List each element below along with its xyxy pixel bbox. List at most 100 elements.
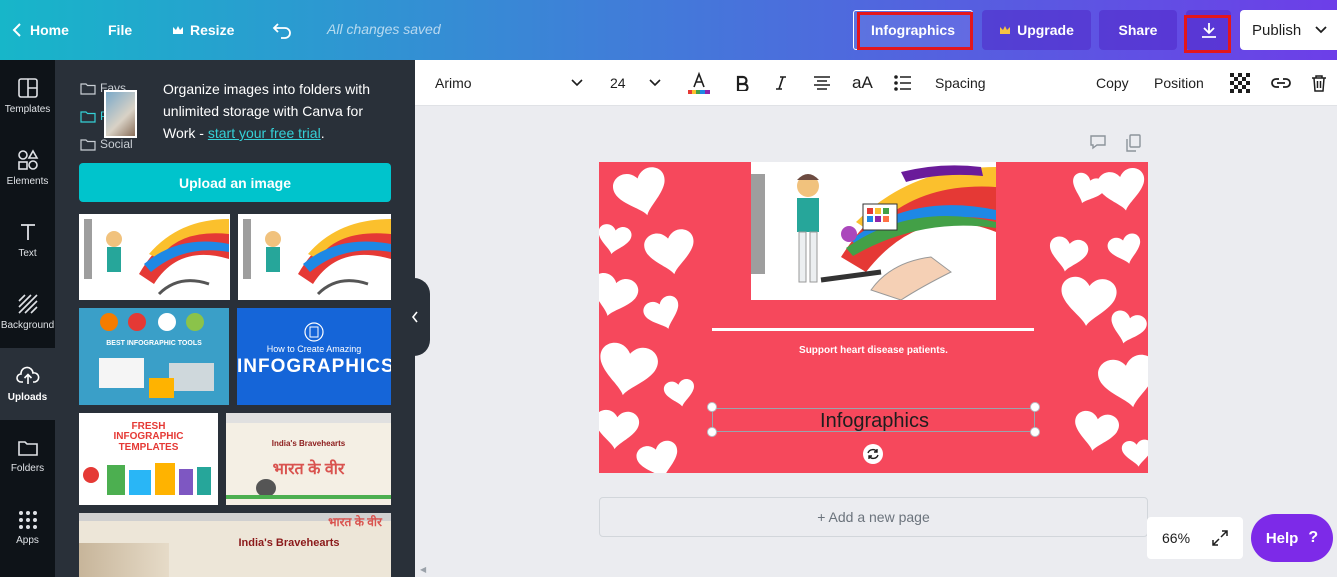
resize-handle[interactable] — [707, 427, 717, 437]
rail-label: Uploads — [7, 392, 48, 403]
uploads-panel: Favs Pur Social Organize images into fol… — [55, 60, 415, 577]
zoom-control[interactable]: 66% — [1147, 517, 1243, 559]
comment-icon — [1090, 135, 1106, 150]
collapse-panel-button[interactable] — [400, 278, 430, 356]
upgrade-button[interactable]: Upgrade — [982, 10, 1091, 50]
undo-button[interactable] — [272, 0, 298, 60]
file-menu[interactable]: File — [108, 0, 132, 60]
share-button[interactable]: Share — [1099, 10, 1177, 50]
align-center-icon — [814, 76, 830, 90]
chevron-left-icon — [411, 311, 418, 323]
support-text[interactable]: Support heart disease patients. — [599, 345, 1148, 356]
font-family-select[interactable]: Arimo — [435, 60, 472, 106]
rail-label: Apps — [16, 535, 39, 546]
rail-label: Elements — [6, 176, 49, 187]
resize-handle[interactable] — [707, 402, 717, 412]
rail-item-text[interactable]: Text — [0, 204, 55, 276]
painter-illustration — [751, 165, 996, 300]
promo-message: Organize images into folders with unlimi… — [163, 78, 398, 144]
folder-icon — [17, 441, 38, 456]
transparency-icon — [1230, 73, 1250, 93]
share-label: Share — [1118, 22, 1158, 38]
promo-illustration — [104, 90, 137, 138]
elements-icon — [17, 149, 38, 170]
list-button[interactable] — [894, 60, 912, 106]
resize-handle[interactable] — [1030, 427, 1040, 437]
upload-thumb[interactable]: India's Bravehearts भारत के वीर — [226, 413, 391, 505]
position-button[interactable]: Position — [1154, 60, 1204, 106]
divider-line[interactable] — [712, 328, 1034, 331]
font-size-dropdown[interactable] — [649, 60, 661, 106]
upload-thumb[interactable]: BEST INFOGRAPHIC TOOLS — [79, 308, 229, 405]
save-status: All changes saved — [327, 21, 441, 37]
upload-thumb[interactable]: How to Create Amazing INFOGRAPHICS — [237, 308, 391, 405]
thumb-caption: India's Bravehearts — [271, 439, 346, 448]
templates-icon — [17, 78, 38, 98]
trash-icon — [1312, 75, 1326, 92]
thumb-caption: BEST INFOGRAPHIC TOOLS — [106, 340, 202, 347]
chevron-down-icon — [649, 79, 661, 87]
link-icon — [1271, 78, 1291, 88]
free-trial-link[interactable]: start your free trial — [208, 125, 321, 141]
duplicate-icon — [1126, 134, 1141, 152]
resize-button[interactable]: Resize — [172, 0, 234, 60]
upload-thumb[interactable] — [79, 214, 230, 300]
thumb-title: भारत के वीर — [328, 515, 382, 529]
align-button[interactable] — [813, 60, 831, 106]
document-icon — [304, 322, 324, 342]
folder-icon — [80, 138, 96, 151]
spacing-button[interactable]: Spacing — [935, 60, 986, 106]
fullscreen-icon[interactable] — [1212, 530, 1228, 546]
font-family-dropdown[interactable] — [571, 60, 583, 106]
upload-thumb[interactable]: FRESH INFOGRAPHIC TEMPLATES — [79, 413, 218, 505]
help-button[interactable]: Help ? — [1251, 514, 1333, 562]
upload-thumb[interactable]: India's Bravehearts भारत के वीर — [79, 513, 391, 577]
text-case-label: aA — [852, 73, 873, 92]
highlight-box-download — [1184, 15, 1231, 53]
rail-item-elements[interactable]: Elements — [0, 132, 55, 204]
copy-button[interactable]: Copy — [1096, 60, 1129, 106]
font-size-input[interactable]: 24 — [610, 60, 626, 106]
text-color-button[interactable] — [688, 60, 710, 106]
design-page[interactable]: Support heart disease patients. Infograp… — [599, 162, 1148, 473]
rail-item-uploads[interactable]: Uploads — [0, 348, 55, 420]
scroll-left-arrow[interactable]: ◀ — [420, 565, 426, 574]
page-notes-button[interactable] — [1089, 134, 1107, 155]
chevron-left-icon — [12, 23, 21, 37]
upload-image-button[interactable]: Upload an image — [79, 163, 391, 202]
resize-handle[interactable] — [1030, 402, 1040, 412]
link-button[interactable] — [1270, 60, 1292, 106]
publish-button[interactable]: Publish — [1240, 10, 1337, 50]
hero-image[interactable] — [751, 162, 996, 300]
position-label: Position — [1154, 75, 1204, 91]
thumb-title: INFOGRAPHIC TEMPLATES — [113, 431, 184, 453]
upload-icon — [15, 366, 39, 384]
list-icon — [894, 75, 911, 91]
italic-icon — [776, 76, 786, 90]
rotate-handle[interactable] — [863, 444, 883, 464]
copy-label: Copy — [1096, 75, 1129, 91]
selected-text-box[interactable]: Infographics — [712, 408, 1035, 432]
delete-button[interactable] — [1311, 60, 1327, 106]
bold-button[interactable] — [735, 60, 749, 106]
highlight-box-title — [857, 12, 973, 50]
transparency-button[interactable] — [1230, 60, 1250, 106]
rail-item-folders[interactable]: Folders — [0, 420, 55, 492]
rail-item-background[interactable]: Background — [0, 276, 55, 348]
home-button[interactable]: Home — [10, 0, 69, 60]
duplicate-page-button[interactable] — [1125, 134, 1141, 157]
rail-label: Background — [0, 320, 55, 331]
rail-item-apps[interactable]: Apps — [0, 492, 55, 564]
selected-text[interactable]: Infographics — [713, 409, 1036, 433]
chevron-down-icon — [1315, 26, 1327, 34]
rail-item-templates[interactable]: Templates — [0, 60, 55, 132]
apps-icon — [18, 511, 37, 529]
home-label: Home — [30, 22, 69, 38]
upload-thumb[interactable] — [238, 214, 391, 300]
folder-icon — [80, 110, 96, 123]
italic-button[interactable] — [775, 60, 787, 106]
bold-icon — [736, 75, 749, 91]
upgrade-label: Upgrade — [1017, 22, 1074, 38]
add-page-button[interactable]: + Add a new page — [599, 497, 1148, 537]
text-case-button[interactable]: aA — [852, 60, 873, 106]
